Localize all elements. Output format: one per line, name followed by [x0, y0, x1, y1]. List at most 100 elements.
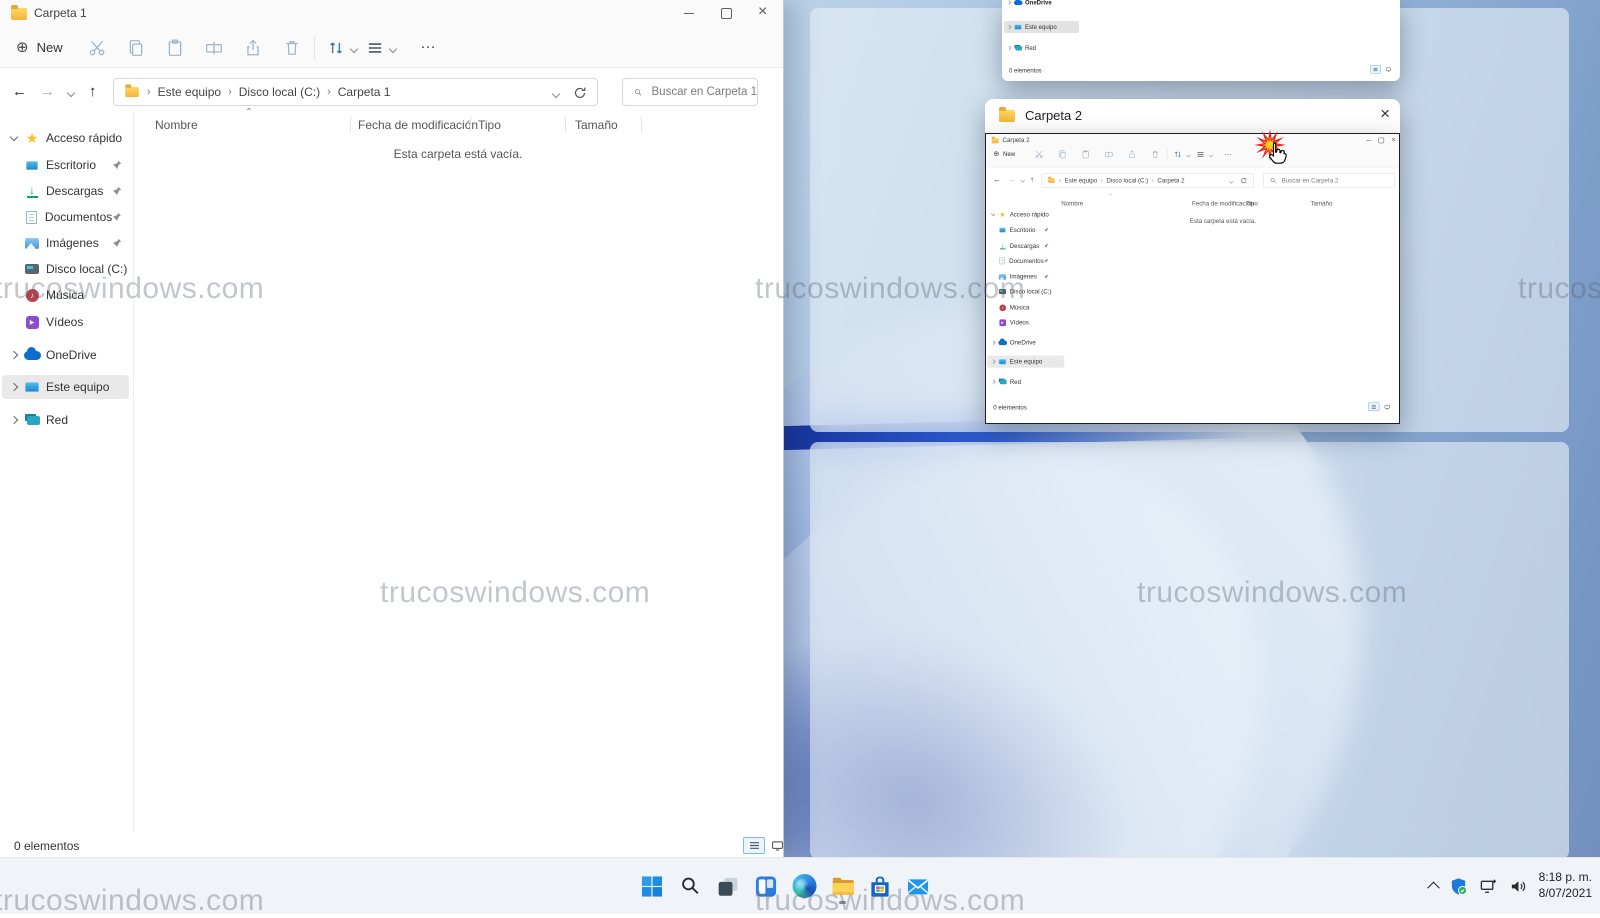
- sidebar-item-imagenes[interactable]: Imágenes: [0, 231, 132, 255]
- forward-icon[interactable]: →: [1008, 175, 1016, 184]
- recent-locations-chevron[interactable]: [1020, 178, 1024, 182]
- column-name[interactable]: Nombre: [1061, 200, 1083, 207]
- column-size[interactable]: Tamaño: [575, 118, 618, 132]
- refresh-icon[interactable]: [1240, 177, 1247, 184]
- copy-icon[interactable]: [1058, 150, 1067, 159]
- close-icon[interactable]: ×: [1380, 104, 1390, 124]
- maximize-icon[interactable]: [1378, 138, 1384, 144]
- sidebar-item-this-pc[interactable]: Este equipo: [0, 375, 132, 399]
- search-button[interactable]: [677, 866, 704, 906]
- snap-thumbnail-partial[interactable]: OneDrive Este equipo Red 0 elementos: [1002, 0, 1400, 81]
- column-date[interactable]: Fecha de modificación: [358, 118, 478, 132]
- list-view-toggle[interactable]: [1370, 65, 1381, 74]
- new-button[interactable]: ⊕ New: [16, 38, 63, 56]
- star-icon: ★: [22, 131, 42, 145]
- share-icon[interactable]: [244, 39, 262, 57]
- back-icon[interactable]: ←: [12, 83, 27, 100]
- sidebar-item-documentos[interactable]: Documentos: [0, 205, 132, 229]
- breadcrumb-this-pc[interactable]: Este equipo: [1065, 177, 1098, 184]
- address-bar[interactable]: › Este equipo › Disco local (C:) › Carpe…: [1042, 173, 1254, 187]
- snap-zone-bottom[interactable]: [810, 442, 1569, 857]
- sidebar-item-this-pc[interactable]: Este equipo: [986, 355, 1054, 367]
- tree-item-network[interactable]: Red: [1002, 42, 1152, 54]
- sidebar-item-descargas[interactable]: ↓ Descargas: [986, 240, 1054, 252]
- view-icon[interactable]: [1196, 150, 1205, 159]
- minimize-icon[interactable]: [1366, 140, 1371, 141]
- sidebar-item-videos[interactable]: ▶ Vídeos: [986, 316, 1054, 328]
- minimize-icon[interactable]: [684, 13, 694, 14]
- sidebar-item-network[interactable]: Red: [0, 408, 132, 432]
- sidebar-quick-access[interactable]: ★ Acceso rápido: [0, 126, 132, 150]
- copy-icon[interactable]: [127, 39, 145, 57]
- network-tray-icon[interactable]: [1479, 877, 1498, 896]
- list-view-toggle[interactable]: [743, 837, 765, 854]
- breadcrumb-folder[interactable]: Carpeta 1: [338, 85, 391, 99]
- clock[interactable]: 8:18 p. m. 8/07/2021: [1539, 870, 1592, 901]
- sidebar-item-descargas[interactable]: ↓ Descargas: [0, 179, 132, 203]
- sidebar-quick-access[interactable]: ★ Acceso rápido: [986, 208, 1054, 220]
- security-shield-icon[interactable]: [1449, 877, 1468, 896]
- sidebar-item-onedrive[interactable]: OneDrive: [986, 336, 1054, 348]
- tree-item-onedrive[interactable]: OneDrive: [1002, 0, 1152, 9]
- up-icon[interactable]: ↑: [89, 83, 97, 100]
- up-icon[interactable]: ↑: [1030, 175, 1034, 184]
- cut-icon[interactable]: [88, 39, 106, 57]
- address-dropdown-chevron[interactable]: [552, 90, 560, 98]
- delete-icon[interactable]: [283, 39, 301, 57]
- rename-icon[interactable]: [1104, 150, 1113, 159]
- sidebar-item-videos[interactable]: ▶ Vídeos: [0, 310, 132, 334]
- empty-folder-message: Esta carpeta está vacía.: [133, 147, 783, 161]
- column-type[interactable]: Tipo: [478, 118, 501, 132]
- search-box[interactable]: Buscar en Carpeta 2: [1263, 173, 1395, 187]
- paste-icon[interactable]: [166, 39, 184, 57]
- maximize-icon[interactable]: [721, 8, 732, 19]
- new-button-label: New: [37, 40, 63, 55]
- icon-view-toggle[interactable]: [766, 837, 788, 854]
- cut-icon[interactable]: [1035, 150, 1044, 159]
- tree-item-this-pc[interactable]: Este equipo: [1002, 21, 1152, 33]
- tray-expand-chevron[interactable]: [1427, 881, 1440, 894]
- more-options-button[interactable]: …: [1224, 148, 1232, 157]
- rename-icon[interactable]: [205, 39, 223, 57]
- sidebar-item-network[interactable]: Red: [986, 376, 1054, 388]
- new-button[interactable]: ⊕ New: [993, 149, 1015, 158]
- column-name[interactable]: Nombre: [155, 118, 198, 132]
- breadcrumb-disk-c[interactable]: Disco local (C:): [239, 85, 320, 99]
- delete-icon[interactable]: [1151, 150, 1160, 159]
- start-button[interactable]: [639, 866, 666, 906]
- column-date[interactable]: Fecha de modificación: [1192, 200, 1254, 207]
- refresh-icon[interactable]: [573, 86, 587, 100]
- close-icon[interactable]: ×: [1391, 136, 1396, 145]
- paste-icon[interactable]: [1081, 150, 1090, 159]
- breadcrumb-disk-c[interactable]: Disco local (C:): [1106, 177, 1148, 184]
- breadcrumb-folder[interactable]: Carpeta 2: [1157, 177, 1184, 184]
- search-box[interactable]: Buscar en Carpeta 1: [622, 78, 758, 106]
- icon-view-toggle[interactable]: [1383, 65, 1394, 74]
- clock-date: 8/07/2021: [1539, 886, 1592, 902]
- sidebar-item-escritorio[interactable]: Escritorio: [0, 153, 132, 177]
- sidebar-item-escritorio[interactable]: Escritorio: [986, 224, 1054, 236]
- column-size[interactable]: Tamaño: [1310, 200, 1332, 207]
- close-icon[interactable]: ×: [758, 3, 767, 21]
- column-type[interactable]: Tipo: [1246, 200, 1258, 207]
- task-view-button[interactable]: [715, 866, 742, 906]
- forward-icon[interactable]: →: [40, 83, 55, 100]
- snap-thumbnail-carpeta2[interactable]: Carpeta 2 × ⊕ New … ← → ↑: [985, 133, 1400, 424]
- list-view-toggle[interactable]: [1368, 402, 1379, 411]
- more-options-button[interactable]: …: [420, 35, 436, 53]
- back-icon[interactable]: ←: [993, 175, 1001, 184]
- sort-icon[interactable]: [1173, 150, 1182, 159]
- sort-icon[interactable]: [327, 39, 345, 57]
- volume-icon[interactable]: [1509, 877, 1528, 896]
- sidebar-item-onedrive[interactable]: OneDrive: [0, 343, 132, 367]
- view-icon[interactable]: [366, 39, 384, 57]
- breadcrumb-this-pc[interactable]: Este equipo: [158, 85, 221, 99]
- snap-card-carpeta2[interactable]: Carpeta 2 ×: [985, 99, 1400, 133]
- sidebar-item-documentos[interactable]: Documentos: [986, 255, 1054, 267]
- icon-view-toggle[interactable]: [1382, 402, 1393, 411]
- address-dropdown-chevron[interactable]: [1229, 179, 1233, 183]
- search-icon: [1270, 177, 1277, 184]
- recent-locations-chevron[interactable]: [67, 89, 75, 97]
- address-bar[interactable]: › Este equipo › Disco local (C:) › Carpe…: [113, 78, 598, 106]
- share-icon[interactable]: [1128, 150, 1137, 159]
